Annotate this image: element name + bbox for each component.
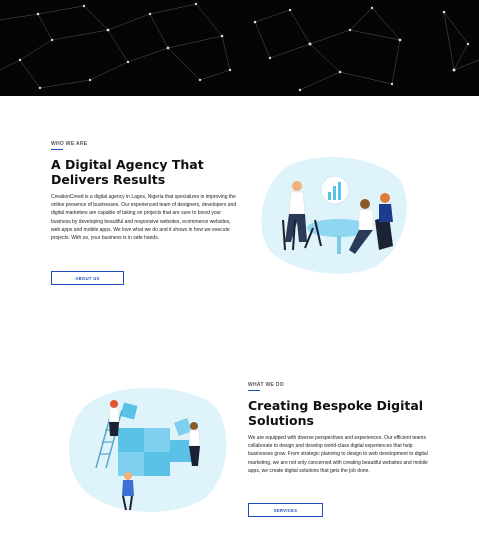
services-title: Creating Bespoke Digital Solutions — [248, 398, 430, 428]
services-title-line1: Creating Bespoke Digital — [248, 398, 424, 413]
eyebrow-underline — [248, 390, 260, 391]
hero-banner — [0, 0, 479, 96]
services-body: We are equipped with diverse perspective… — [248, 435, 428, 474]
about-us-button[interactable]: ABOUT US — [51, 271, 124, 285]
about-title: A Digital Agency That Delivers Results — [51, 157, 241, 187]
team-meeting-icon — [261, 156, 407, 274]
about-title-line2: Delivers Results — [51, 172, 166, 187]
eyebrow-underline — [51, 149, 63, 150]
about-title-line1: A Digital Agency That — [51, 157, 204, 172]
services-title-line2: Solutions — [248, 413, 314, 428]
about-body: CreationCreed is a digital agency in Lag… — [51, 194, 237, 242]
puzzle-team-icon — [68, 387, 227, 512]
about-section: WHO WE ARE A Digital Agency That Deliver… — [51, 141, 241, 242]
services-eyebrow: WHAT WE DO — [248, 382, 284, 388]
about-eyebrow: WHO WE ARE — [51, 141, 88, 147]
puzzle-team-illustration — [62, 380, 232, 515]
services-section: WHAT WE DO Creating Bespoke Digital Solu… — [248, 382, 430, 475]
team-meeting-illustration — [255, 150, 410, 275]
services-button[interactable]: SERVICES — [248, 503, 323, 517]
network-pattern-icon — [0, 2, 479, 92]
